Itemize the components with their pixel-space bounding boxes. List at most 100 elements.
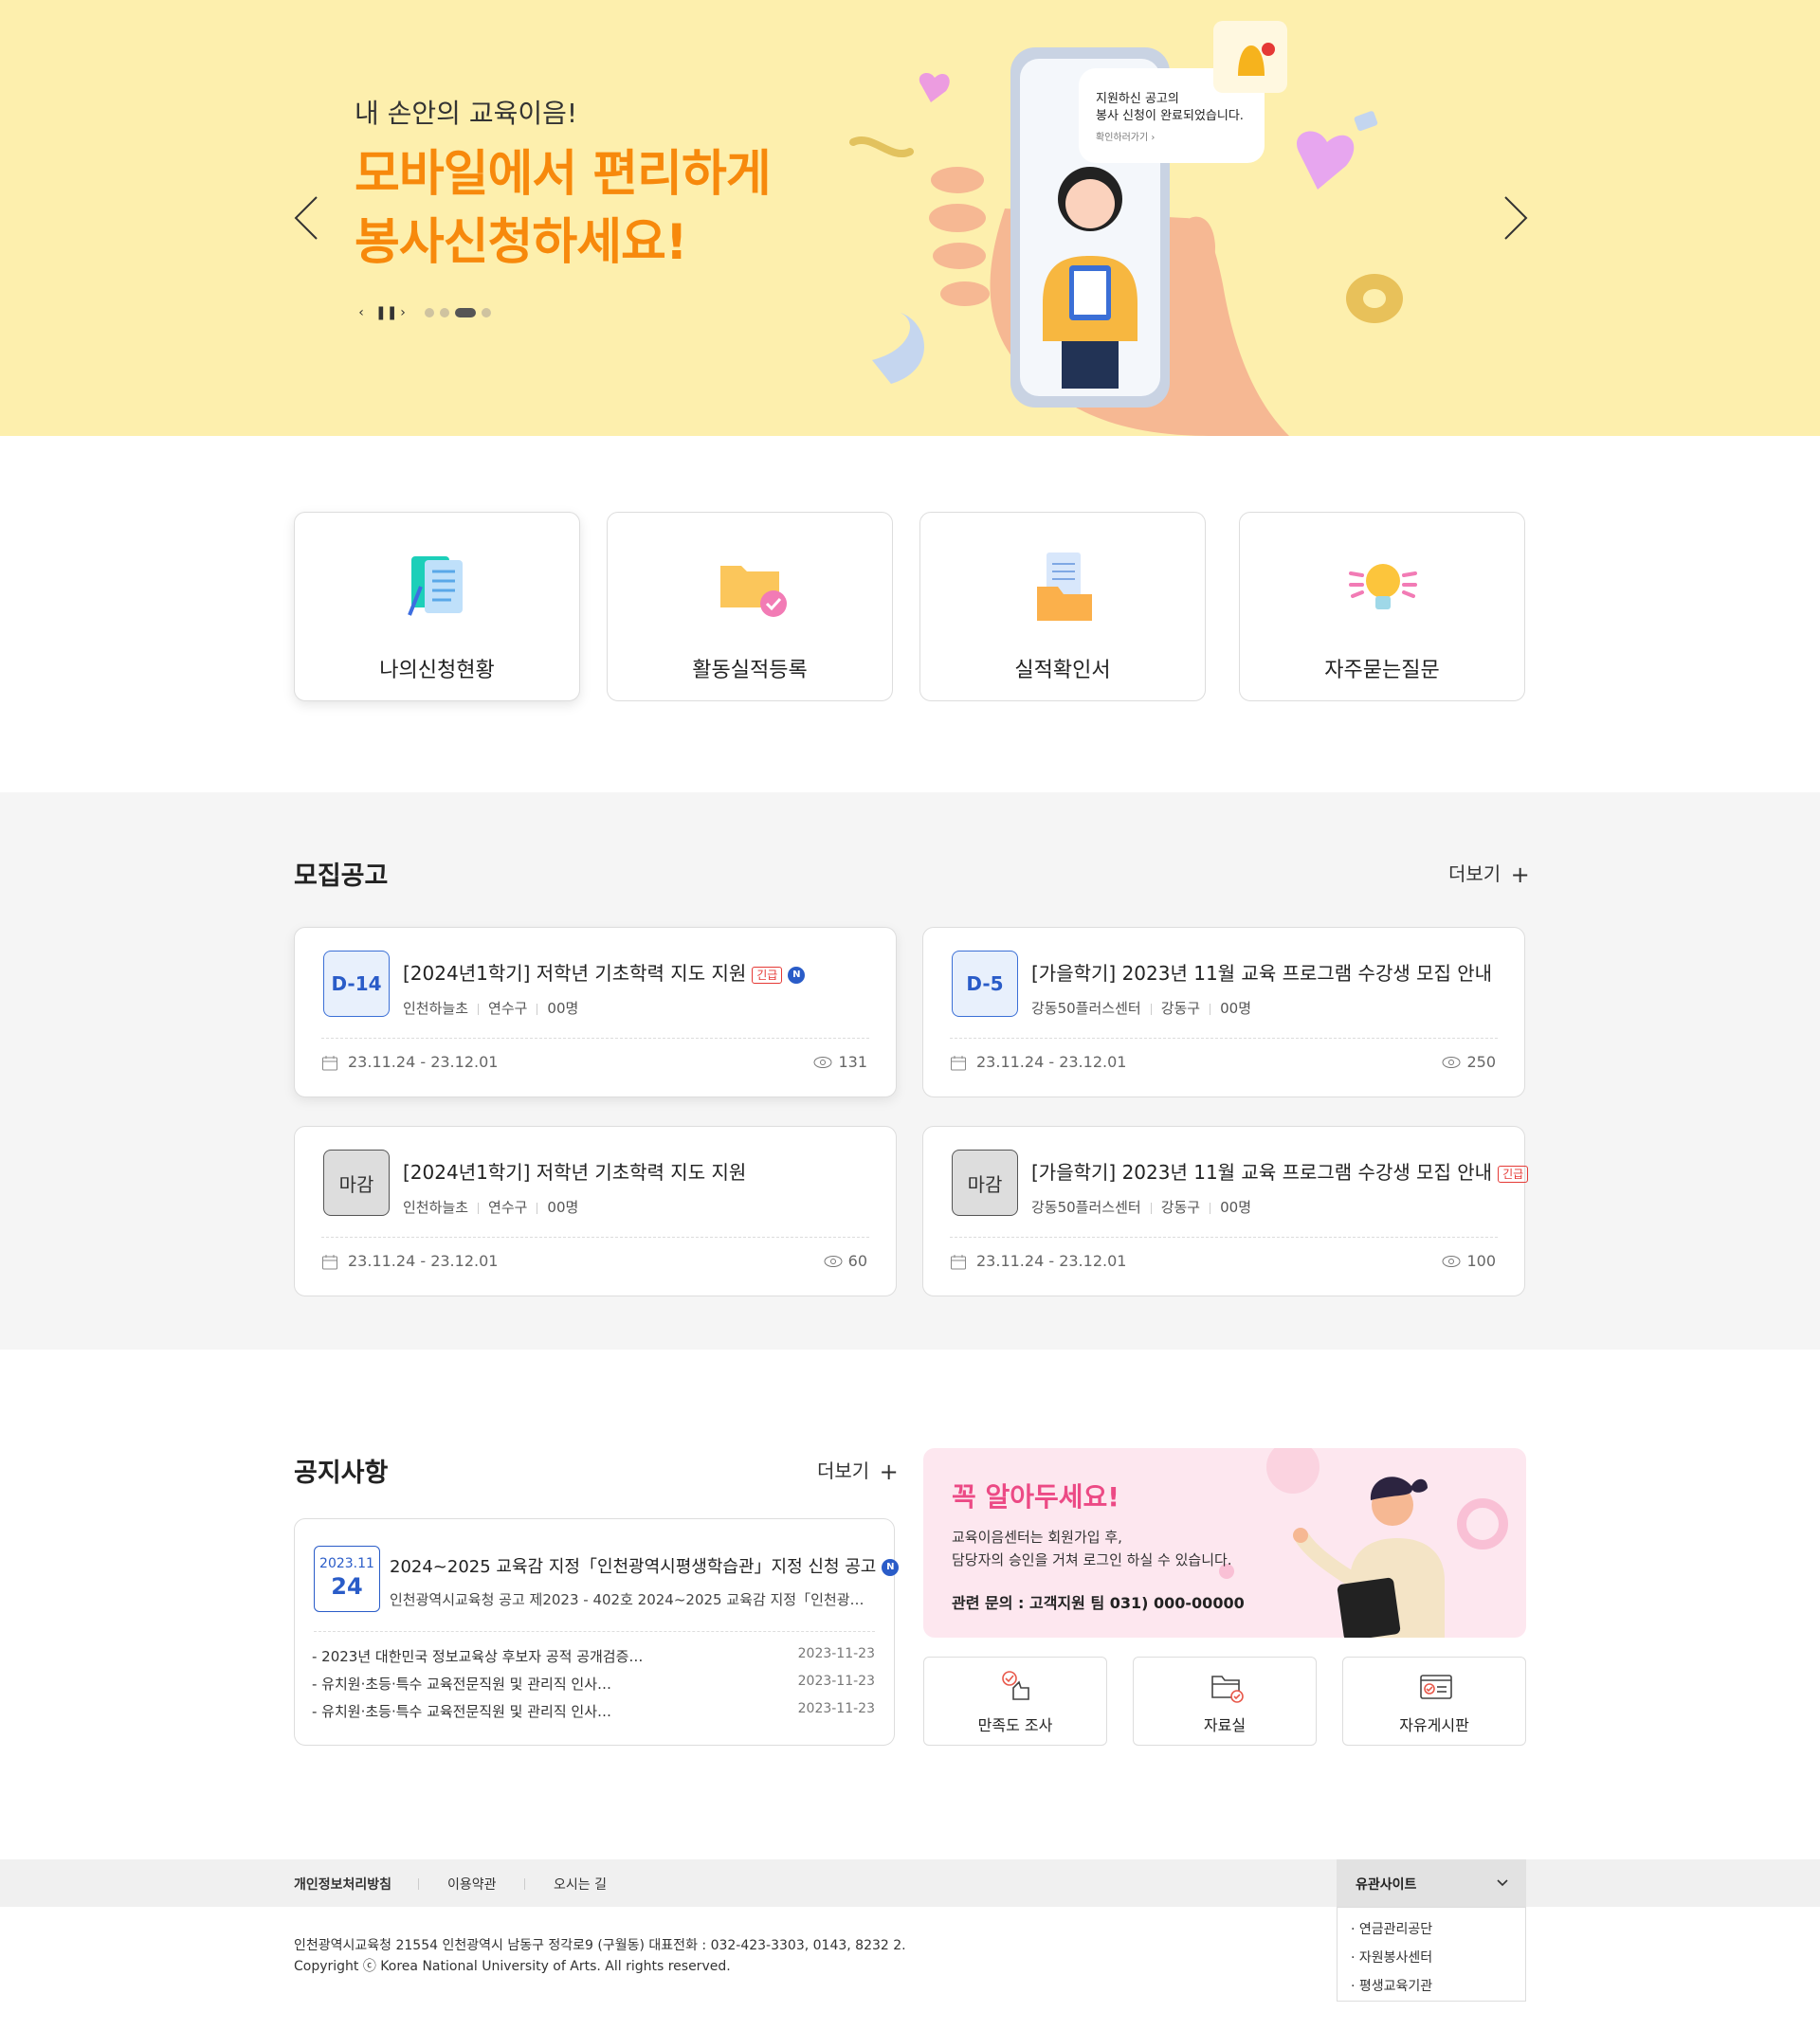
view-count: 250 [1442, 1053, 1496, 1071]
svg-text:봉사 신청이 완료되었습니다.: 봉사 신청이 완료되었습니다. [1096, 109, 1244, 123]
org: 강동50플러스센터 [1031, 1199, 1141, 1216]
recruit-card[interactable]: 마감 [2024년1학기] 저학년 기초학력 지도 지원 인천하늘초 연수구 00명… [294, 1126, 897, 1296]
recruit-card[interactable]: 마감 [가을학기] 2023년 11월 교육 프로그램 수강생 모집 안내 긴급 … [922, 1126, 1529, 1296]
slide-dot[interactable] [440, 308, 449, 317]
plus-icon: + [1510, 861, 1530, 888]
phone-hand-illustration: 지원하신 공고의 봉사 신청이 완료되었습니다. 확인하러가기 › [849, 21, 1403, 436]
slide-prev-small-icon[interactable]: ‹ [355, 305, 368, 320]
family-site-item[interactable]: · 자원봉사센터 [1351, 1948, 1432, 1967]
recruit-card-meta: 인천하늘초 연수구 00명 [403, 1197, 578, 1217]
views-value: 60 [847, 1252, 867, 1270]
urgent-badge: 긴급 [1498, 1165, 1529, 1183]
folder-check-icon [720, 566, 787, 617]
prev-slide-button[interactable] [288, 190, 326, 246]
hero-title-line2: 봉사신청하세요! [355, 214, 688, 271]
count: 00명 [547, 1000, 579, 1017]
calendar-icon [951, 1056, 966, 1071]
org: 인천하늘초 [403, 1000, 469, 1017]
quick-link-faq[interactable]: 자주묻는질문 [1239, 512, 1525, 701]
slide-next-small-icon[interactable]: › [396, 305, 410, 320]
more-label: 더보기 [1448, 862, 1502, 885]
next-slide-button[interactable] [1496, 190, 1534, 246]
recruit-card[interactable]: D-5 [가을학기] 2023년 11월 교육 프로그램 수강생 모집 안내 강… [922, 927, 1525, 1097]
folder-document-icon [1037, 553, 1092, 621]
notice-more-link[interactable]: 더보기 + [817, 1456, 899, 1485]
footer-copyright: Copyright ⓒ Korea National University of… [294, 1959, 731, 1974]
terms-link[interactable]: 이용약관 [447, 1875, 497, 1894]
recruit-title-text: [가을학기] 2023년 11월 교육 프로그램 수강생 모집 안내 [1031, 962, 1493, 985]
count: 00명 [1220, 1199, 1251, 1216]
consultant-illustration [1219, 1448, 1508, 1638]
eye-icon [1442, 1255, 1461, 1267]
privacy-policy-link[interactable]: 개인정보처리방침 [294, 1875, 391, 1894]
archive-folder-icon [1211, 1676, 1244, 1703]
notice-list-item[interactable]: - 유치원·초등·특수 교육전문직원 및 관리직 인사… 2023-11-23 [312, 1674, 875, 1695]
slide-dot[interactable] [482, 308, 491, 317]
slide-dot[interactable] [425, 308, 434, 317]
org: 강동50플러스센터 [1031, 1000, 1141, 1017]
quick-link-my-applications[interactable]: 나의신청현황 [294, 512, 580, 701]
notice-card: 2023.11 24 2024~2025 교육감 지정「인천광역시평생학습관」지… [294, 1518, 900, 1746]
slide-controls: ‹ ❚❚ › [355, 301, 491, 324]
recruit-title-text: [가을학기] 2023년 11월 교육 프로그램 수강생 모집 안내 [1031, 1161, 1493, 1184]
notice-item-text: - 2023년 대한민국 정보교육상 후보자 공적 공개검증… [312, 1648, 644, 1665]
recruit-card-title: [가을학기] 2023년 11월 교육 프로그램 수강생 모집 안내 [1031, 958, 1492, 986]
divider [321, 1038, 869, 1039]
calendar-icon [322, 1056, 337, 1071]
dday-badge: D-5 [952, 951, 1018, 1017]
info-contact: 관련 문의 : 고객지원 팀 031) 000-00000 [952, 1594, 1245, 1612]
family-site-select[interactable]: 유관사이트 [1337, 1859, 1526, 1907]
family-site-item[interactable]: · 평생교육기관 [1351, 1976, 1432, 1995]
footer-bar: 개인정보처리방침 이용약관 오시는 길 [0, 1859, 1820, 1907]
info-banner: 꼭 알아두세요! 교육이음센터는 회원가입 후, 담당자의 승인을 거쳐 로그인… [923, 1448, 1526, 1638]
divider [950, 1237, 1498, 1238]
recruit-date: 23.11.24 - 23.12.01 [976, 1252, 1127, 1270]
eye-icon [813, 1056, 832, 1068]
more-label: 더보기 [817, 1459, 870, 1482]
recruit-card-meta: 인천하늘초 연수구 00명 [403, 998, 578, 1018]
shortcut-board[interactable]: 자유게시판 [1342, 1657, 1526, 1746]
quick-link-activity-register[interactable]: 활동실적등록 [607, 512, 893, 701]
divider [1150, 1003, 1152, 1015]
chevron-down-icon [1497, 1879, 1508, 1887]
new-badge: N [788, 966, 806, 984]
eye-icon [1442, 1056, 1461, 1068]
slide-dot[interactable] [455, 308, 476, 317]
recruit-title-text: [2024년1학기] 저학년 기초학력 지도 지원 [403, 1161, 747, 1184]
notice-list-item[interactable]: - 2023년 대한민국 정보교육상 후보자 공적 공개검증… 2023-11-2… [312, 1646, 875, 1667]
quick-link-label: 활동실적등록 [692, 659, 808, 682]
count: 00명 [547, 1199, 579, 1216]
notice-list-item[interactable]: - 유치원·초등·특수 교육전문직원 및 관리직 인사… 2023-11-23 [312, 1701, 875, 1722]
chevron-right-icon [1504, 196, 1528, 240]
notice-item-date: 2023-11-23 [797, 1646, 875, 1661]
dday-badge: D-14 [323, 951, 390, 1017]
info-body: 교육이음센터는 회원가입 후, 담당자의 승인을 거쳐 로그인 하실 수 있습니… [952, 1526, 1232, 1571]
eye-icon [824, 1255, 843, 1267]
divider [418, 1878, 419, 1890]
divider [314, 1631, 875, 1632]
document-icon [408, 556, 463, 616]
directions-link[interactable]: 오시는 길 [554, 1875, 607, 1894]
new-badge: N [882, 1559, 900, 1576]
recruit-card-meta: 강동50플러스센터 강동구 00명 [1031, 1197, 1251, 1217]
shortcut-survey[interactable]: 만족도 조사 [923, 1657, 1107, 1746]
featured-notice-text: 2024~2025 교육감 지정「인천광역시평생학습관」지정 신청 공고 [390, 1557, 877, 1577]
recruit-card[interactable]: D-14 [2024년1학기] 저학년 기초학력 지도 지원 긴급 N 인천하늘초 연… [294, 927, 897, 1097]
family-site-list: · 연금관리공단 · 자원봉사센터 · 평생교육기관 [1337, 1907, 1526, 2002]
recruit-section: 모집공고 더보기 + D-14 [2024년1학기] 저학년 기초학력 지도 지… [0, 792, 1820, 1350]
quick-link-certificate[interactable]: 실적확인서 [919, 512, 1206, 701]
svg-text:확인하러가기 ›: 확인하러가기 › [1096, 131, 1155, 143]
featured-notice-title[interactable]: 2024~2025 교육감 지정「인천광역시평생학습관」지정 신청 공고 N [390, 1553, 900, 1578]
pause-icon[interactable]: ❚❚ [375, 305, 397, 320]
recruit-more-link[interactable]: 더보기 + [1448, 859, 1530, 888]
view-count: 131 [813, 1053, 867, 1071]
family-site-item[interactable]: · 연금관리공단 [1351, 1919, 1432, 1938]
hero-subtitle: 내 손안의 교육이음! [355, 98, 578, 129]
lightbulb-icon [1349, 564, 1417, 609]
quick-link-label: 실적확인서 [1014, 659, 1111, 682]
survey-icon [1002, 1671, 1029, 1700]
closed-badge: 마감 [952, 1150, 1018, 1216]
shortcut-archive[interactable]: 자료실 [1133, 1657, 1317, 1746]
quick-link-label: 나의신청현황 [379, 659, 495, 682]
footer-address: 인천광역시교육청 21554 인천광역시 남동구 정각로9 (구월동) 대표전화… [294, 1938, 906, 1953]
